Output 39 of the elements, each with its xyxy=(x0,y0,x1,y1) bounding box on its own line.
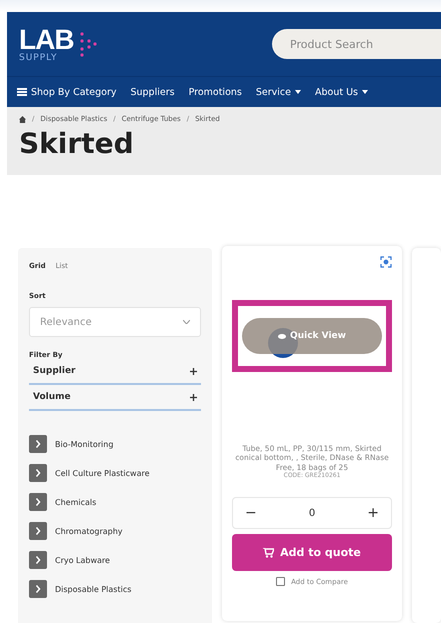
plus-icon xyxy=(190,394,198,400)
chevron-right-icon xyxy=(29,551,47,569)
cart-icon xyxy=(263,548,274,558)
chevron-right-icon xyxy=(29,580,47,598)
page-title: Skirted xyxy=(19,127,135,160)
filter-toggle[interactable]: Supplier xyxy=(29,359,202,385)
quantity-value[interactable]: 0 xyxy=(308,508,316,519)
chevron-right-icon xyxy=(29,464,47,482)
nav-link[interactable]: Suppliers xyxy=(130,86,175,98)
increase-button[interactable]: + xyxy=(367,505,380,522)
add-to-quote-button[interactable]: Add to quote xyxy=(232,534,392,572)
chevron-right-icon xyxy=(29,435,47,453)
chevron-right-icon xyxy=(29,493,47,511)
category-link[interactable]: Bio-Monitoring xyxy=(29,435,202,453)
nav-link[interactable]: Promotions xyxy=(188,86,242,98)
focus-scan-icon[interactable] xyxy=(380,256,392,268)
category-link[interactable]: Cell Culture Plasticware xyxy=(29,464,202,482)
category-link[interactable]: Chromatography xyxy=(29,522,202,540)
category-link[interactable]: Disposable Plastics xyxy=(29,580,202,598)
nav-link[interactable]: Service xyxy=(256,86,301,98)
chevron-right-icon xyxy=(29,522,47,540)
eye-icon xyxy=(278,334,286,338)
plus-icon xyxy=(190,368,198,374)
home-icon[interactable] xyxy=(19,116,26,122)
logo-tagline: SUPPLY xyxy=(19,54,58,62)
caret-icon xyxy=(294,90,301,94)
decrease-button[interactable]: − xyxy=(245,505,257,522)
nav-link[interactable]: About Us xyxy=(314,86,368,98)
menu-icon xyxy=(17,88,27,96)
chevron-down-icon xyxy=(183,320,190,324)
caret-icon xyxy=(362,90,368,94)
filter-toggle[interactable]: Volume xyxy=(29,385,202,411)
category-link[interactable]: Chemicals xyxy=(29,493,202,511)
compare-checkbox[interactable] xyxy=(276,577,286,586)
molecule-dots-icon xyxy=(78,30,98,58)
search-field[interactable]: Product Search xyxy=(272,29,441,59)
category-link[interactable]: Cryo Labware xyxy=(29,551,202,569)
logo-wordmark[interactable]: LAB xyxy=(19,26,74,54)
nav-link[interactable]: Shop By Category xyxy=(17,86,116,98)
